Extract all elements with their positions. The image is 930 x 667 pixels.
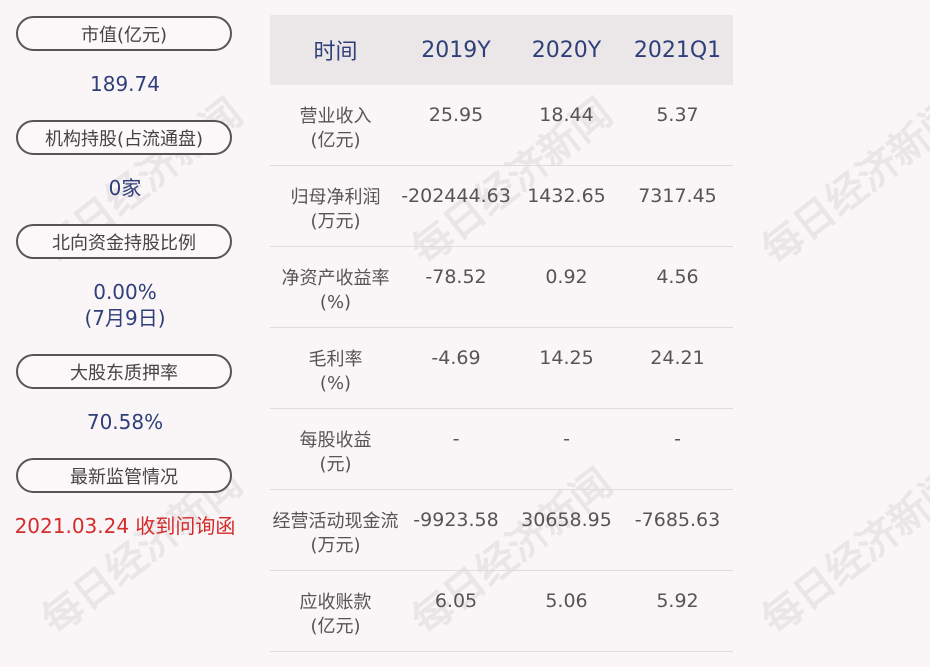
header-cell: 2020Y [531, 37, 602, 63]
table-cell: 30658.95 [521, 509, 612, 531]
table-row: 每股收益 (元) - - - [270, 409, 733, 490]
table-cell: 0.92 [545, 266, 588, 288]
market-cap-label: 市值(亿元) [16, 16, 232, 51]
row-label-unit: (元) [319, 454, 352, 475]
table-cell: -7685.63 [634, 509, 721, 531]
row-label: 每股收益 (元) [270, 409, 401, 489]
watermark: 每日经济新闻 [753, 460, 930, 645]
table-cell: 7317.45 [638, 185, 717, 207]
row-label: 应收账款 (亿元) [270, 571, 401, 651]
table-cell: 1432.65 [527, 185, 606, 207]
table-row: 经营活动现金流 (万元) -9923.58 30658.95 -7685.63 [270, 490, 733, 571]
table-row: 归母净利润 (万元) -202444.63 1432.65 7317.45 [270, 166, 733, 247]
row-label: 经营活动现金流 (万元) [270, 490, 401, 570]
table-cell: - [563, 428, 570, 450]
summary-panel: 市值(亿元) 189.74 机构持股(占流通盘) 0家 北向资金持股比例 0.0… [0, 0, 250, 667]
regulation-label: 最新监管情况 [16, 458, 232, 493]
table-cell: 4.56 [656, 266, 699, 288]
table-cell: 6.05 [434, 590, 478, 612]
row-label: 净资产收益率 (%) [270, 247, 401, 327]
row-label-main: 净资产收益率 [281, 268, 390, 289]
table-cell: - [452, 428, 460, 450]
table-row: 净资产收益率 (%) -78.52 0.92 4.56 [270, 247, 733, 328]
northbound-ratio-value: 0.00% [93, 280, 157, 304]
table-cell: 25.95 [428, 104, 484, 126]
row-label-unit: (%) [319, 373, 352, 394]
table-cell: 5.06 [545, 590, 588, 612]
northbound-ratio-date: (7月9日) [84, 306, 166, 330]
table-row: 营业收入 (亿元) 25.95 18.44 5.37 [270, 85, 733, 166]
row-label-unit: (万元) [310, 535, 361, 556]
regulation-value: 2021.03.24 收到问询函 [14, 514, 236, 538]
row-label-main: 归母净利润 [290, 187, 381, 208]
market-cap-value: 189.74 [90, 72, 160, 96]
table-cell: -202444.63 [401, 185, 511, 207]
institution-holding-value: 0家 [108, 176, 142, 200]
row-label-unit: (%) [319, 292, 352, 313]
row-label-main: 营业收入 [299, 106, 372, 127]
row-label: 归母净利润 (万元) [270, 166, 401, 246]
pledge-ratio-value: 70.58% [86, 410, 164, 434]
row-label-unit: (万元) [310, 211, 361, 232]
row-label-unit: (亿元) [310, 130, 361, 151]
pledge-ratio-label: 大股东质押率 [16, 354, 232, 389]
row-label-unit: (亿元) [310, 616, 361, 637]
institution-holding-label: 机构持股(占流通盘) [16, 120, 232, 155]
row-label: 营业收入 (亿元) [270, 85, 401, 165]
table-cell: 5.37 [656, 104, 699, 126]
header-cell: 时间 [313, 40, 358, 65]
table-cell: 24.21 [650, 347, 705, 369]
table-cell: -9923.58 [413, 509, 499, 531]
table-cell: - [674, 428, 681, 450]
table-cell: 18.44 [539, 104, 594, 126]
table-cell: -78.52 [425, 266, 487, 288]
table-cell: -4.69 [431, 347, 481, 369]
watermark: 每日经济新闻 [753, 90, 930, 275]
table-row: 应收账款 (亿元) 6.05 5.06 5.92 [270, 571, 733, 652]
row-label-main: 每股收益 [299, 430, 372, 451]
header-cell: 2019Y [421, 37, 491, 63]
table-cell: 14.25 [539, 347, 594, 369]
row-label: 毛利率 (%) [270, 328, 401, 408]
table-header: 时间 2019Y 2020Y 2021Q1 [270, 15, 733, 85]
financial-table: 时间 2019Y 2020Y 2021Q1 营业收入 (亿元) 25.95 18.… [270, 15, 733, 652]
header-cell: 2021Q1 [633, 37, 722, 63]
table-row: 毛利率 (%) -4.69 14.25 24.21 [270, 328, 733, 409]
table-cell: 5.92 [656, 590, 699, 612]
northbound-ratio-label: 北向资金持股比例 [16, 224, 232, 259]
row-label-main: 经营活动现金流 [272, 511, 399, 532]
row-label-main: 应收账款 [299, 592, 372, 613]
row-label-main: 毛利率 [308, 349, 363, 370]
